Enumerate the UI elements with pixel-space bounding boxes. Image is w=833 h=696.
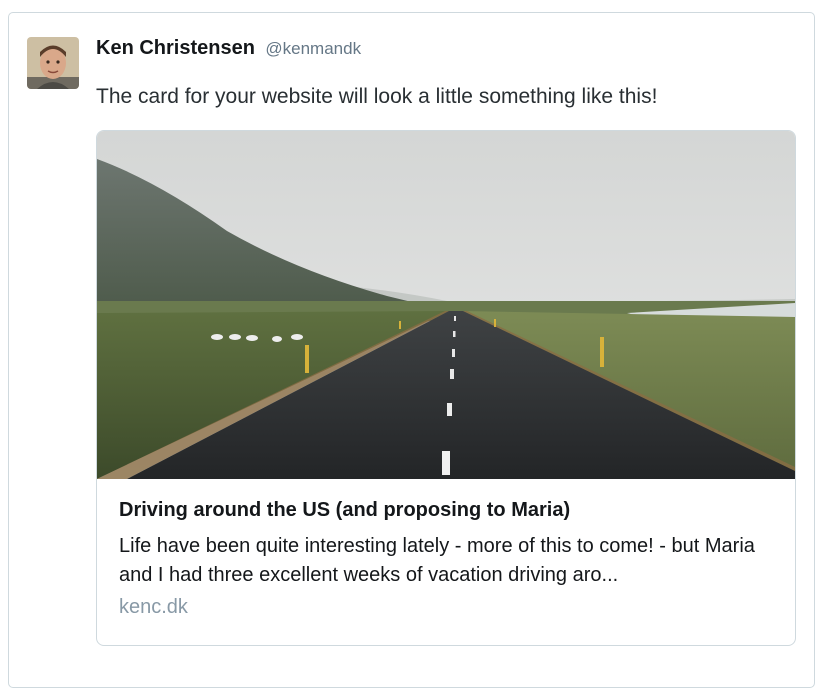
tweet-text: The card for your website will look a li… [96, 85, 658, 108]
card-body: Driving around the US (and proposing to … [119, 499, 779, 619]
tweet-container: Ken Christensen @kenmandk The card for y… [8, 12, 815, 688]
road-landscape-photo-icon [97, 131, 795, 479]
avatar-photo-icon [27, 37, 79, 89]
card-title[interactable]: Driving around the US (and proposing to … [119, 499, 779, 522]
user-avatar[interactable] [27, 37, 79, 89]
website-card[interactable]: Driving around the US (and proposing to … [96, 130, 796, 646]
card-domain[interactable]: kenc.dk [119, 596, 779, 619]
card-image[interactable] [97, 131, 795, 479]
card-description: Life have been quite interesting lately … [119, 535, 755, 586]
author-name[interactable]: Ken Christensen [96, 37, 255, 59]
author-handle[interactable]: @kenmandk [265, 39, 361, 58]
tweet-author: Ken Christensen @kenmandk [96, 37, 361, 60]
